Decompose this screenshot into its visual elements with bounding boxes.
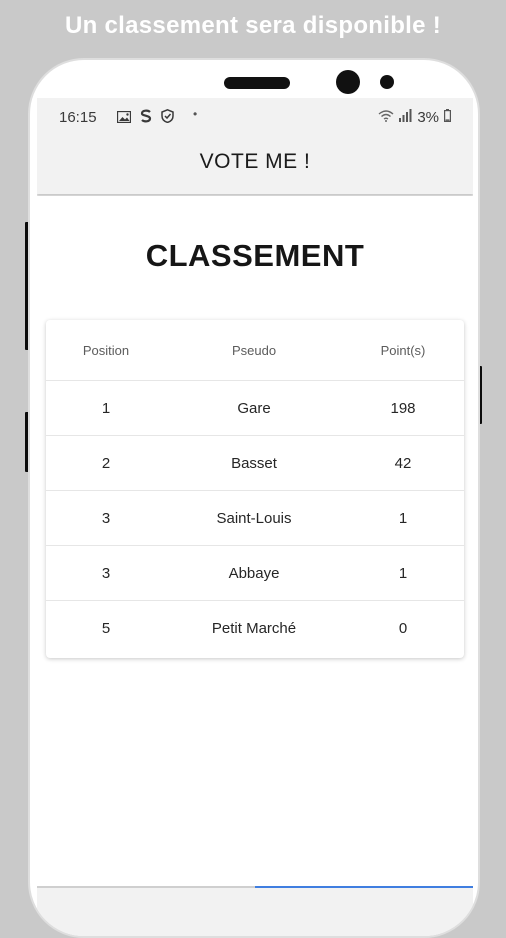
notification-icons <box>116 108 174 127</box>
app-title: VOTE ME ! <box>199 150 311 173</box>
cell-points: 1 <box>398 509 408 527</box>
status-time: 16:15 <box>59 109 97 126</box>
phone-frame: 16:15 • 3% VOTE ME ! CLASSEMENT Position… <box>28 58 480 938</box>
page-title: CLASSEMENT <box>145 238 365 273</box>
column-header-position: Position <box>82 342 130 358</box>
proximity-sensor <box>380 75 394 89</box>
cell-position: 1 <box>101 399 111 417</box>
app-bar: VOTE ME ! <box>37 134 473 194</box>
cell-points: 1 <box>398 564 408 582</box>
cell-position: 2 <box>101 454 111 472</box>
cell-position: 3 <box>101 509 111 527</box>
promo-banner: Un classement sera disponible ! <box>64 12 442 39</box>
cell-position: 5 <box>101 619 111 637</box>
table-row: 3 Saint-Louis 1 <box>46 490 464 545</box>
cell-pseudo: Petit Marché <box>211 619 297 637</box>
cell-points: 42 <box>394 454 412 472</box>
earpiece-speaker <box>224 77 290 89</box>
nav-tab-left[interactable] <box>37 886 255 888</box>
main-content: CLASSEMENT Position Pseudo Point(s) 1 Ga… <box>37 196 473 886</box>
cell-position: 3 <box>101 564 111 582</box>
column-header-pseudo: Pseudo <box>231 342 277 358</box>
cell-pseudo: Abbaye <box>228 564 280 582</box>
table-row: 3 Abbaye 1 <box>46 545 464 600</box>
shield-icon <box>161 108 174 127</box>
screen: 16:15 • 3% VOTE ME ! CLASSEMENT Position… <box>37 98 473 936</box>
table-row: 5 Petit Marché 0 <box>46 600 464 655</box>
column-header-points: Point(s) <box>380 342 426 358</box>
front-camera <box>336 70 360 94</box>
battery-percent: 3% <box>417 109 439 126</box>
notification-dot: • <box>193 107 198 121</box>
signal-icon <box>399 109 412 126</box>
cell-pseudo: Saint-Louis <box>216 509 292 527</box>
cell-pseudo: Gare <box>237 399 271 417</box>
s-app-icon <box>139 109 153 127</box>
system-status-icons: 3% <box>378 109 452 126</box>
cell-points: 198 <box>390 399 416 417</box>
status-bar: 16:15 • 3% <box>37 98 473 134</box>
table-header-row: Position Pseudo Point(s) <box>46 320 464 380</box>
cell-points: 0 <box>398 619 408 637</box>
bottom-navigation <box>37 886 473 936</box>
wifi-icon <box>378 109 394 126</box>
cell-pseudo: Basset <box>231 454 277 472</box>
nav-tab-right-active-indicator[interactable] <box>255 886 473 888</box>
image-icon <box>116 110 132 127</box>
ranking-table: Position Pseudo Point(s) 1 Gare 198 2 Ba… <box>46 320 464 658</box>
table-row: 1 Gare 198 <box>46 380 464 435</box>
table-row: 2 Basset 42 <box>46 435 464 490</box>
battery-icon <box>444 109 452 126</box>
